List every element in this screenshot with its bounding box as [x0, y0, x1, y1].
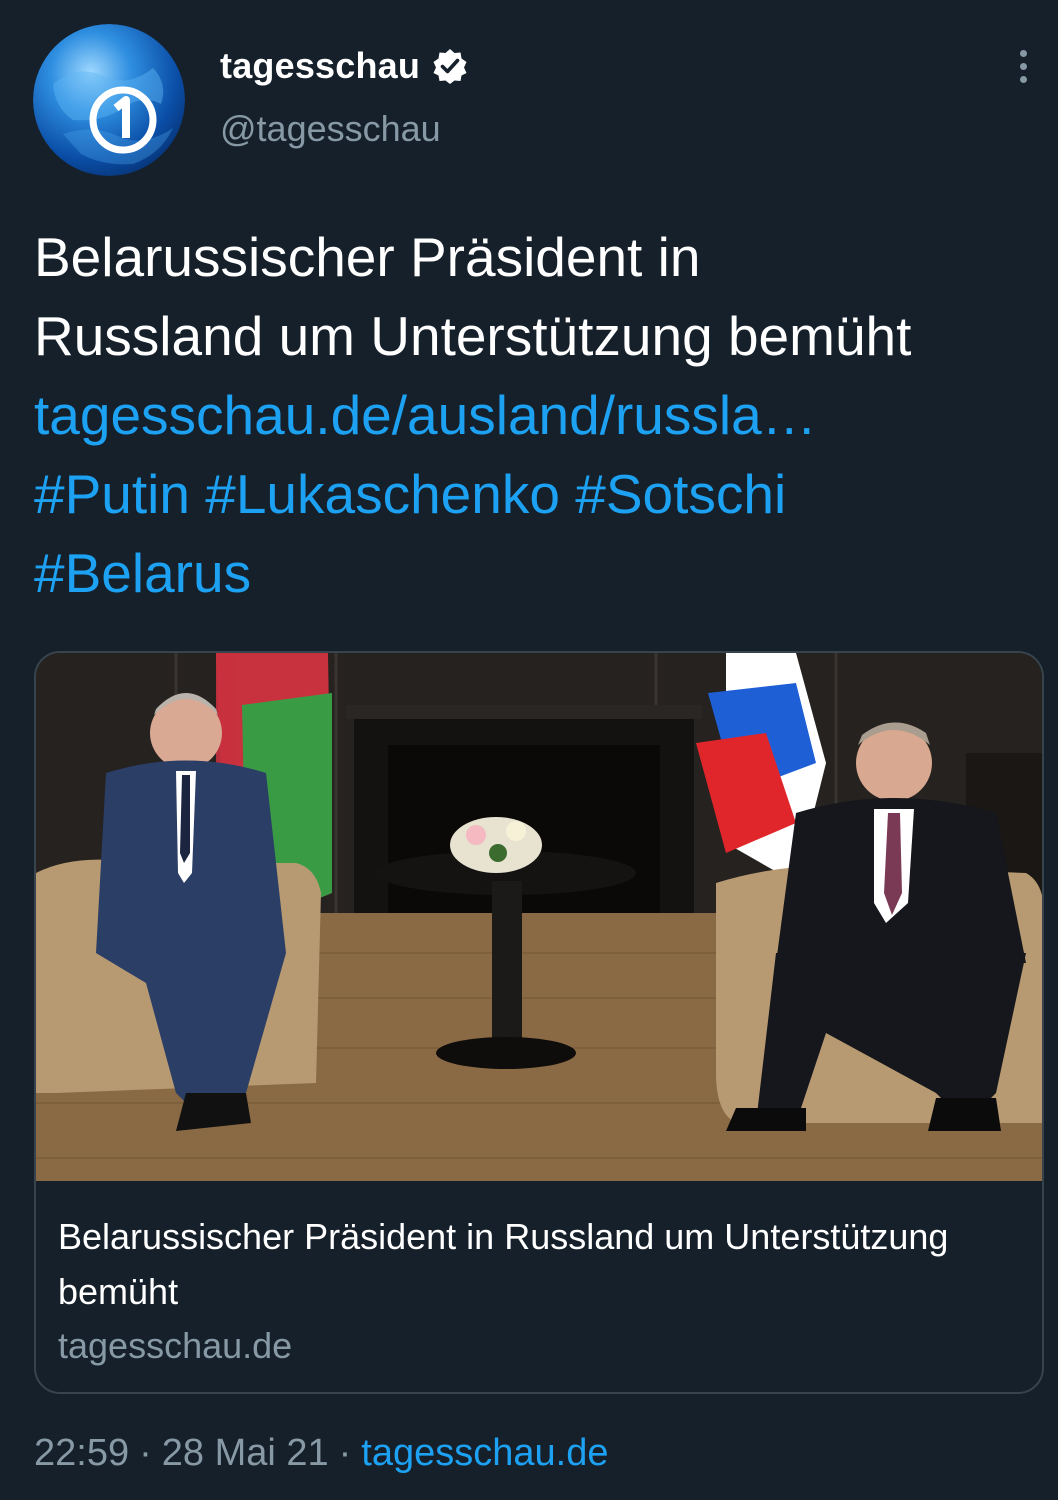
tweet-date[interactable]: 28 Mai 21 — [162, 1432, 329, 1474]
tweet-source-link[interactable]: tagesschau.de — [361, 1432, 608, 1474]
avatar[interactable] — [33, 24, 185, 176]
tagesschau-logo-icon — [33, 24, 185, 176]
hashtag-lukaschenko[interactable]: #Lukaschenko — [205, 463, 560, 525]
meta-separator: · — [139, 1432, 152, 1474]
news-photo — [36, 653, 1042, 1181]
author-handle[interactable]: @tagesschau — [220, 108, 441, 150]
author-name-row[interactable]: tagesschau — [220, 40, 468, 92]
more-options-icon[interactable] — [1006, 44, 1040, 88]
verified-badge-icon — [432, 48, 468, 84]
tweet-text: Belarussischer Präsident in Russland um … — [34, 218, 1034, 613]
card-domain[interactable]: tagesschau.de — [58, 1325, 292, 1367]
tweet-time[interactable]: 22:59 — [34, 1432, 129, 1474]
link-preview-card[interactable]: Belarussischer Präsident in Russland um … — [34, 651, 1044, 1394]
author-name[interactable]: tagesschau — [220, 45, 420, 87]
tweet-text-line-2: Russland um Unterstützung bemüht — [34, 305, 912, 367]
hashtag-putin[interactable]: #Putin — [34, 463, 190, 525]
tweet-text-line-1: Belarussischer Präsident in — [34, 226, 701, 288]
hashtag-sotschi[interactable]: #Sotschi — [575, 463, 786, 525]
tweet-link[interactable]: tagesschau.de/ausland/russla… — [34, 376, 1034, 455]
meta-separator: · — [338, 1432, 352, 1474]
hashtag-belarus[interactable]: #Belarus — [34, 542, 251, 604]
card-title[interactable]: Belarussischer Präsident in Russland um … — [58, 1209, 1018, 1319]
tweet-meta: 22:59 · 28 Mai 21 · tagesschau.de — [34, 1432, 608, 1475]
